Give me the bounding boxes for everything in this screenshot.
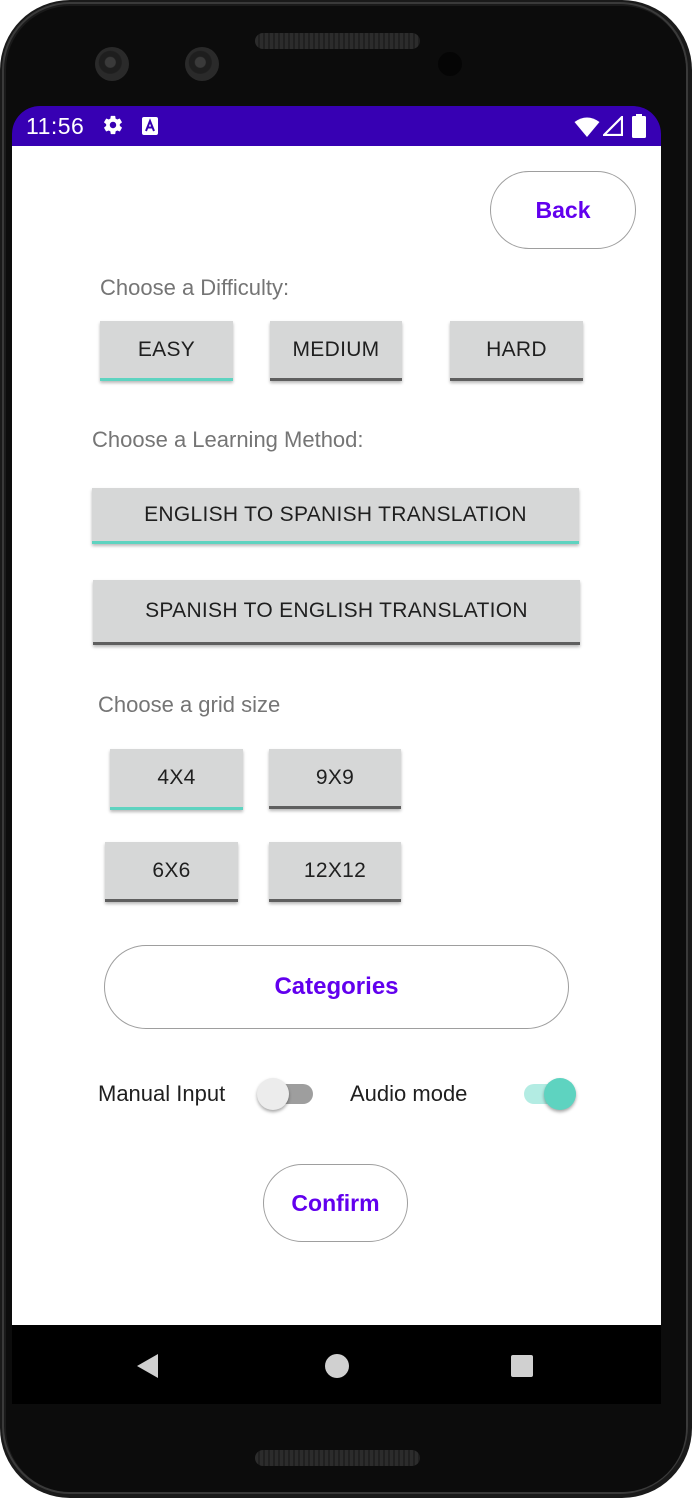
battery-icon (632, 114, 646, 138)
wifi-icon (574, 117, 600, 137)
english-to-spanish-button[interactable]: ENGLISH TO SPANISH TRANSLATION (92, 488, 579, 544)
grid-12x12-button[interactable]: 12X12 (269, 842, 401, 902)
confirm-button[interactable]: Confirm (263, 1164, 408, 1242)
manual-input-switch[interactable] (257, 1076, 317, 1112)
grid-6x6-button[interactable]: 6X6 (105, 842, 238, 902)
switch-thumb (544, 1078, 576, 1110)
front-camera-icon (95, 47, 129, 81)
difficulty-label: Choose a Difficulty: (100, 275, 290, 300)
recents-square-icon[interactable] (510, 1354, 534, 1378)
difficulty-medium-button[interactable]: MEDIUM (270, 321, 402, 381)
categories-button[interactable]: Categories (104, 945, 569, 1029)
switch-thumb (257, 1078, 289, 1110)
difficulty-hard-button[interactable]: HARD (450, 321, 583, 381)
audio-mode-label: Audio mode (350, 1081, 468, 1106)
phone-frame: 11:56 Back Choose a Difficulty: EASY MED… (0, 0, 692, 1498)
navigation-bar (12, 1325, 661, 1404)
gear-icon (104, 115, 122, 135)
proximity-sensor (438, 52, 462, 76)
spanish-to-english-button[interactable]: SPANISH TO ENGLISH TRANSLATION (93, 580, 580, 645)
back-triangle-icon[interactable] (134, 1352, 160, 1380)
difficulty-easy-button[interactable]: EASY (100, 321, 233, 381)
screen: 11:56 Back Choose a Difficulty: EASY MED… (12, 106, 661, 1404)
signal-icon (603, 116, 623, 136)
learning-method-label: Choose a Learning Method: (92, 427, 364, 452)
manual-input-label: Manual Input (98, 1081, 226, 1106)
home-circle-icon[interactable] (324, 1353, 350, 1379)
game-settings-screen: Back Choose a Difficulty: EASY MEDIUM HA… (12, 146, 661, 1325)
status-bar: 11:56 (12, 106, 661, 146)
audio-mode-switch[interactable] (522, 1076, 582, 1112)
earpiece-speaker (255, 33, 420, 49)
back-button[interactable]: Back (490, 171, 636, 249)
grid-size-label: Choose a grid size (98, 692, 281, 717)
status-time: 11:56 (26, 113, 85, 139)
bottom-speaker (255, 1450, 420, 1466)
front-camera-icon (185, 47, 219, 81)
grid-9x9-button[interactable]: 9X9 (269, 749, 401, 809)
text-a-icon (142, 117, 158, 135)
grid-4x4-button[interactable]: 4X4 (110, 749, 243, 810)
